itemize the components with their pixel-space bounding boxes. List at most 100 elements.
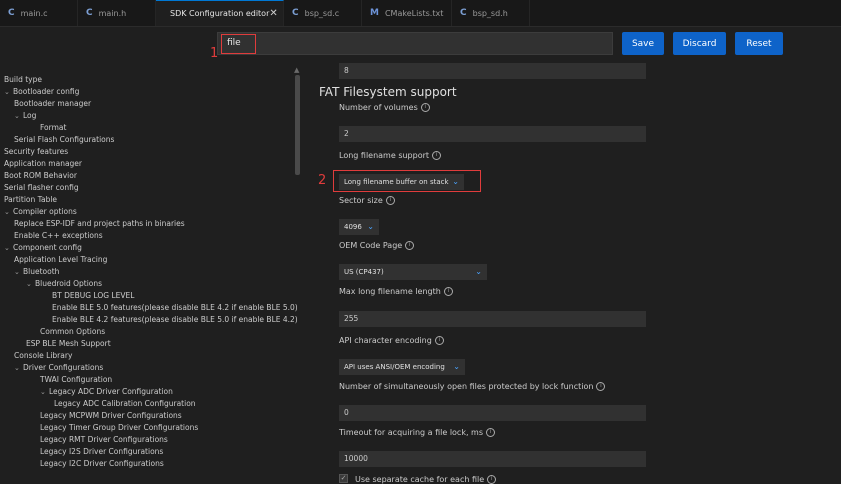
annotation-number-2: 2 bbox=[318, 173, 327, 188]
info-icon[interactable]: i bbox=[420, 103, 430, 112]
api-encoding-label: API character encoding i bbox=[339, 336, 444, 345]
chevron-down-icon: ⌄ bbox=[14, 268, 20, 276]
label-text: Number of volumes bbox=[339, 103, 418, 112]
tree-item[interactable]: Bootloader manager bbox=[14, 98, 91, 110]
tree-item[interactable]: Legacy RMT Driver Configurations bbox=[40, 434, 168, 446]
tree-item[interactable]: Serial flasher config bbox=[4, 182, 79, 194]
tree-item[interactable]: Console Library bbox=[14, 350, 72, 362]
info-icon[interactable]: i bbox=[405, 241, 415, 250]
tree-item[interactable]: Replace ESP-IDF and project paths in bin… bbox=[14, 218, 185, 230]
tree-item[interactable]: BT DEBUG LOG LEVEL bbox=[52, 290, 134, 302]
tab-main-c[interactable]: Cmain.c bbox=[0, 0, 78, 26]
search-input[interactable]: file bbox=[217, 32, 613, 55]
section-title: FAT Filesystem support bbox=[319, 85, 457, 99]
tree-item[interactable]: Enable BLE 4.2 features(please disable B… bbox=[52, 314, 298, 326]
c-file-icon: C bbox=[86, 8, 93, 18]
chevron-down-icon: ⌄ bbox=[26, 280, 32, 288]
tree-item[interactable]: ⌄ Bootloader config bbox=[4, 86, 79, 98]
lock-timeout-input[interactable]: 10000 bbox=[339, 451, 646, 467]
tree-item[interactable]: Security features bbox=[4, 146, 68, 158]
tree-item[interactable]: Format bbox=[40, 122, 66, 134]
label-text: Timeout for acquiring a file lock, ms bbox=[339, 428, 484, 437]
tree-item[interactable]: Legacy ADC Calibration Configuration bbox=[54, 398, 196, 410]
code-page-select[interactable]: US (CP437) ⌄ bbox=[339, 264, 487, 280]
sector-size-select[interactable]: 4096 ⌄ bbox=[339, 219, 379, 235]
label-text: OEM Code Page bbox=[339, 241, 403, 250]
tab-bsp-sd-c[interactable]: Cbsp_sd.c bbox=[284, 0, 362, 26]
previous-value-field[interactable]: 8 bbox=[339, 63, 646, 79]
tree-item[interactable]: Common Options bbox=[40, 326, 105, 338]
tab-bsp-sd-h[interactable]: Cbsp_sd.h bbox=[452, 0, 530, 26]
tree-item[interactable]: ⌄ Legacy ADC Driver Configuration bbox=[40, 386, 173, 398]
lock-files-label: Number of simultaneously open files prot… bbox=[339, 382, 606, 391]
tree-item[interactable]: Legacy MCPWM Driver Configurations bbox=[40, 410, 182, 422]
tab-label: main.c bbox=[20, 8, 48, 18]
tree-item-label: Driver Configurations bbox=[23, 363, 104, 372]
label-text: API character encoding bbox=[339, 336, 432, 345]
tree-item[interactable]: Build type bbox=[4, 74, 42, 86]
lock-timeout-label: Timeout for acquiring a file lock, ms i bbox=[339, 428, 496, 437]
tree-item[interactable]: Application manager bbox=[4, 158, 82, 170]
label-text: Max long filename length bbox=[339, 287, 441, 296]
tab-label: main.h bbox=[98, 8, 127, 18]
tree-item[interactable]: ⌄ Bluedroid Options bbox=[26, 278, 102, 290]
separate-cache-checkbox[interactable]: ✓ bbox=[339, 474, 348, 483]
select-value: US (CP437) bbox=[344, 268, 384, 276]
api-encoding-select[interactable]: API uses ANSI/OEM encoding ⌄ bbox=[339, 359, 465, 375]
scrollbar[interactable] bbox=[295, 75, 300, 175]
tree-item-label: Log bbox=[23, 111, 37, 120]
tree-item[interactable]: Boot ROM Behavior bbox=[4, 170, 77, 182]
tree-item[interactable]: Legacy I2C Driver Configurations bbox=[40, 458, 164, 470]
tree-item[interactable]: Legacy I2S Driver Configurations bbox=[40, 446, 163, 458]
max-lfn-label: Max long filename length i bbox=[339, 287, 453, 296]
lock-files-input[interactable]: 0 bbox=[339, 405, 646, 421]
tab-label: bsp_sd.h bbox=[472, 8, 508, 18]
select-value: 4096 bbox=[344, 223, 362, 231]
max-lfn-input[interactable]: 255 bbox=[339, 311, 646, 327]
tree-item[interactable]: ⌄ Bluetooth bbox=[14, 266, 59, 278]
c-file-icon: C bbox=[292, 8, 299, 18]
tree-item[interactable]: ⌄ Log bbox=[14, 110, 36, 122]
tree-item[interactable]: ⌄ Driver Configurations bbox=[14, 362, 103, 374]
sector-size-label: Sector size i bbox=[339, 196, 395, 205]
tree-item[interactable]: ESP BLE Mesh Support bbox=[26, 338, 111, 350]
tree-item[interactable]: Partition Table bbox=[4, 194, 57, 206]
tab-cmakelists[interactable]: M CMakeLists.txt bbox=[362, 0, 452, 26]
info-icon[interactable]: i bbox=[432, 151, 442, 160]
tree-item[interactable]: Enable C++ exceptions bbox=[14, 230, 103, 242]
tree-item[interactable]: Legacy Timer Group Driver Configurations bbox=[40, 422, 198, 434]
annotation-box-1 bbox=[221, 34, 256, 54]
tree-item-label: Component config bbox=[13, 243, 82, 252]
tree-item-label: Bluetooth bbox=[23, 267, 60, 276]
save-button[interactable]: Save bbox=[622, 32, 664, 55]
tab-main-h[interactable]: Cmain.h bbox=[78, 0, 156, 26]
tree-item[interactable]: ⌄ Compiler options bbox=[4, 206, 77, 218]
num-volumes-label: Number of volumes i bbox=[339, 103, 430, 112]
tree-item-label: Bluedroid Options bbox=[35, 279, 103, 288]
select-value: API uses ANSI/OEM encoding bbox=[344, 363, 445, 371]
info-icon[interactable]: i bbox=[385, 196, 395, 205]
info-icon[interactable]: i bbox=[486, 428, 496, 437]
close-icon[interactable]: ✕ bbox=[269, 8, 277, 19]
chevron-down-icon: ⌄ bbox=[475, 267, 482, 276]
scroll-up-icon[interactable]: ▲ bbox=[294, 66, 299, 74]
chevron-down-icon: ⌄ bbox=[40, 388, 46, 396]
tree-item[interactable]: ⌄ Component config bbox=[4, 242, 82, 254]
tree-item[interactable]: TWAI Configuration bbox=[40, 374, 112, 386]
reset-button[interactable]: Reset bbox=[735, 32, 783, 55]
num-volumes-input[interactable]: 2 bbox=[339, 126, 646, 142]
chevron-down-icon: ⌄ bbox=[453, 362, 460, 371]
discard-button[interactable]: Discard bbox=[673, 32, 726, 55]
chevron-down-icon: ⌄ bbox=[367, 222, 374, 231]
tree-item[interactable]: Enable BLE 5.0 features(please disable B… bbox=[52, 302, 298, 314]
tree-item[interactable]: Application Level Tracing bbox=[14, 254, 107, 266]
tree-item[interactable]: Serial Flash Configurations bbox=[14, 134, 114, 146]
label-text: Sector size bbox=[339, 196, 383, 205]
code-page-label: OEM Code Page i bbox=[339, 241, 415, 250]
info-icon[interactable]: i bbox=[443, 287, 453, 296]
info-icon[interactable]: i bbox=[596, 382, 606, 391]
tab-sdk-config-editor[interactable]: SDK Configuration editor ✕ bbox=[156, 0, 284, 26]
info-icon[interactable]: i bbox=[434, 336, 444, 345]
chevron-down-icon: ⌄ bbox=[4, 244, 10, 252]
label-text: Number of simultaneously open files prot… bbox=[339, 382, 594, 391]
